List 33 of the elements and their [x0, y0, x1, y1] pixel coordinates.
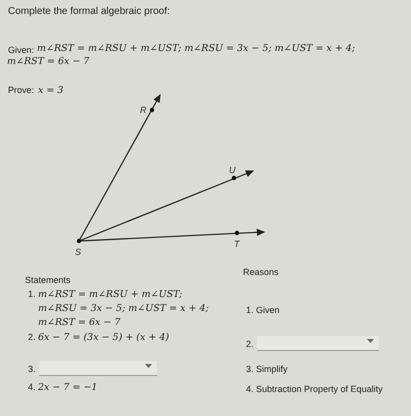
step-number: 1. — [28, 289, 36, 299]
reason-dropdown[interactable] — [257, 336, 379, 351]
statement-equation: m∠RSU = 3x − 5; m∠UST = x + 4; — [38, 303, 209, 314]
statement-dropdown[interactable] — [39, 361, 157, 376]
caret-icon — [367, 339, 374, 344]
step-number: 3. — [28, 364, 36, 374]
instruction-text: Complete the formal algebraic proof: — [8, 6, 171, 17]
reason-text: 1. Given — [246, 304, 280, 314]
point-label: S — [75, 247, 82, 257]
step-number: 4. — [28, 382, 36, 392]
point-label: R — [140, 105, 146, 115]
reason-text: 4. Subtraction Property of Equality — [246, 384, 383, 394]
statement-equation: 2x − 7 = −1 — [38, 382, 98, 393]
statements-heading: Statements — [25, 275, 71, 285]
statement-equation: m∠RST = 6x − 7 — [38, 317, 120, 328]
step-number: 2. — [246, 338, 254, 348]
given-equation: m∠RST = 6x − 7 — [7, 56, 90, 67]
reasons-heading: Reasons — [243, 267, 279, 277]
point-label: U — [229, 165, 236, 175]
prove-equation: x = 3 — [38, 85, 64, 96]
reason-text: 3. Simplify — [246, 364, 288, 374]
point-dot — [150, 108, 154, 112]
caret-icon — [145, 364, 152, 369]
statement-equation: 6x − 7 = (3x − 5) + (x + 4) — [38, 332, 170, 343]
given-label: Given: — [8, 44, 34, 55]
point-label: T — [234, 239, 240, 249]
statement-equation: m∠RST = m∠RSU + m∠UST; — [38, 289, 182, 300]
given-equation: m∠RST = m∠RSU + m∠UST; m∠RSU = 3x − 5; m∠UST = x + 4; — [37, 43, 356, 54]
prove-label: Prove: — [8, 84, 34, 95]
step-number: 2. — [28, 332, 36, 342]
point-dot — [234, 230, 240, 236]
point-dot — [76, 238, 82, 244]
point-dot — [232, 176, 236, 180]
